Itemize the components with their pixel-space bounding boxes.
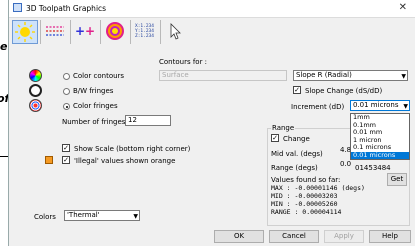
window-title: 3D Toolpath Graphics (26, 4, 107, 13)
increment-value: 0.01 microns (353, 101, 399, 109)
toolbar-button-coordinates[interactable]: X:1.234 Y:1.234 Z:1.234 (133, 20, 159, 44)
range-value-input[interactable]: 0.0 (340, 160, 354, 171)
toolbar-button-markers[interactable]: + + (73, 20, 99, 44)
bw-fringes-label: B/W fringes (73, 87, 114, 95)
fringes-count-input[interactable]: 12 (125, 115, 171, 126)
colors-label: Colors (34, 213, 56, 221)
help-button[interactable]: Help (369, 230, 411, 243)
coordinates-icon: X:1.234 Y:1.234 Z:1.234 (135, 23, 154, 39)
slope-change-label: Slope Change (dS/dD) (305, 87, 383, 95)
slope-change-checkbox[interactable]: ✓ (293, 86, 301, 94)
color-fringes-icon (29, 99, 42, 112)
bw-fringes-icon (29, 84, 42, 97)
increment-label: Increment (dD) (291, 103, 345, 111)
color-rings-icon (106, 22, 124, 40)
chevron-down-icon: ▼ (133, 213, 138, 220)
increment-dropdown-list: 1mm 0.1mm 0.01 mm 1 micron 0.1 microns 0… (350, 113, 410, 160)
illegal-values-label: 'Illegal' values shown orange (74, 157, 176, 165)
contours-measure-value: Slope R (Radial) (296, 71, 352, 79)
toolbar-separator (130, 20, 131, 44)
background-divider (0, 156, 8, 157)
show-scale-label: Show Scale (bottom right corner) (74, 145, 191, 153)
color-contours-label: Color contours (73, 72, 125, 80)
color-fringes-label: Color fringes (73, 102, 118, 110)
toolbar-button-pointer[interactable] (163, 20, 189, 44)
toolbar-button-contours[interactable] (103, 20, 129, 44)
toolpath-graphics-dialog: 3D Toolpath Graphics ✕ + + X:1.234 Y:1.2… (8, 0, 415, 246)
toolbar-separator (40, 20, 41, 44)
toolbar-separator (160, 20, 161, 44)
fringes-count-label: Number of fringes (62, 118, 126, 126)
values-found-label: Values found so far: (271, 176, 341, 184)
mid-value-label: Mid val. (degs) (271, 150, 323, 158)
range-value-overflow-text: 01453484 (355, 164, 391, 172)
contours-heading: Contours for : (159, 58, 208, 66)
svg-text:+: + (75, 24, 85, 38)
cancel-button[interactable]: Cancel (269, 230, 319, 243)
plus-markers-icon: + + (75, 24, 95, 38)
dashed-lines-icon (46, 26, 64, 36)
svg-text:Z:1.234: Z:1.234 (135, 33, 154, 39)
title-bar: 3D Toolpath Graphics ✕ (9, 0, 415, 18)
show-scale-checkbox[interactable]: ✓ (62, 144, 70, 152)
background-text-fragment: e (0, 40, 8, 53)
toolbar-button-lighting[interactable] (12, 20, 38, 44)
range-value-text: 0.0 (340, 160, 352, 168)
colors-select[interactable]: 'Thermal' ▼ (64, 210, 140, 221)
mid-readout: MID : -0.00003203 (271, 192, 338, 200)
contours-measure-select[interactable]: Slope R (Radial) ▼ (293, 70, 408, 81)
bw-fringes-radio[interactable] (63, 88, 70, 95)
background-window-fragment: e of (0, 0, 9, 246)
color-contours-icon (29, 69, 42, 82)
increment-option-selected[interactable]: 0.01 microns (351, 151, 409, 159)
ok-button[interactable]: OK (214, 230, 264, 243)
illegal-values-checkbox[interactable]: ✓ (62, 156, 70, 164)
fringes-count-value: 12 (128, 116, 137, 124)
increment-select[interactable]: 0.01 microns ▼ (350, 100, 410, 111)
sun-icon (15, 22, 35, 42)
close-icon[interactable]: ✕ (399, 2, 407, 13)
chevron-down-icon: ▼ (403, 103, 408, 110)
colors-value: 'Thermal' (67, 211, 100, 219)
toolbar-separator (70, 20, 71, 44)
range-group-title: Range (271, 124, 296, 132)
range-readout: RANGE : 0.00004114 (271, 208, 342, 216)
range-change-label: Change (283, 135, 310, 143)
get-button[interactable]: Get (387, 173, 407, 186)
chevron-down-icon: ▼ (401, 73, 406, 80)
contours-source-select: Surface (159, 70, 287, 81)
color-contours-radio[interactable] (63, 73, 70, 80)
app-icon (13, 3, 22, 12)
range-change-checkbox[interactable]: ✓ (271, 134, 279, 142)
orange-swatch-icon (45, 156, 53, 164)
toolbar-button-dashed[interactable] (43, 20, 69, 44)
apply-button[interactable]: Apply (324, 230, 364, 243)
contours-source-value: Surface (162, 71, 189, 79)
range-value-label: Range (degs) (271, 164, 318, 172)
cursor-icon (170, 23, 181, 40)
min-readout: MIN : -0.00005260 (271, 200, 338, 208)
color-fringes-radio[interactable] (63, 103, 70, 110)
svg-text:+: + (85, 24, 95, 38)
max-readout: MAX : -0.00001146 (degs) (271, 184, 365, 192)
toolbar-separator (100, 20, 101, 44)
